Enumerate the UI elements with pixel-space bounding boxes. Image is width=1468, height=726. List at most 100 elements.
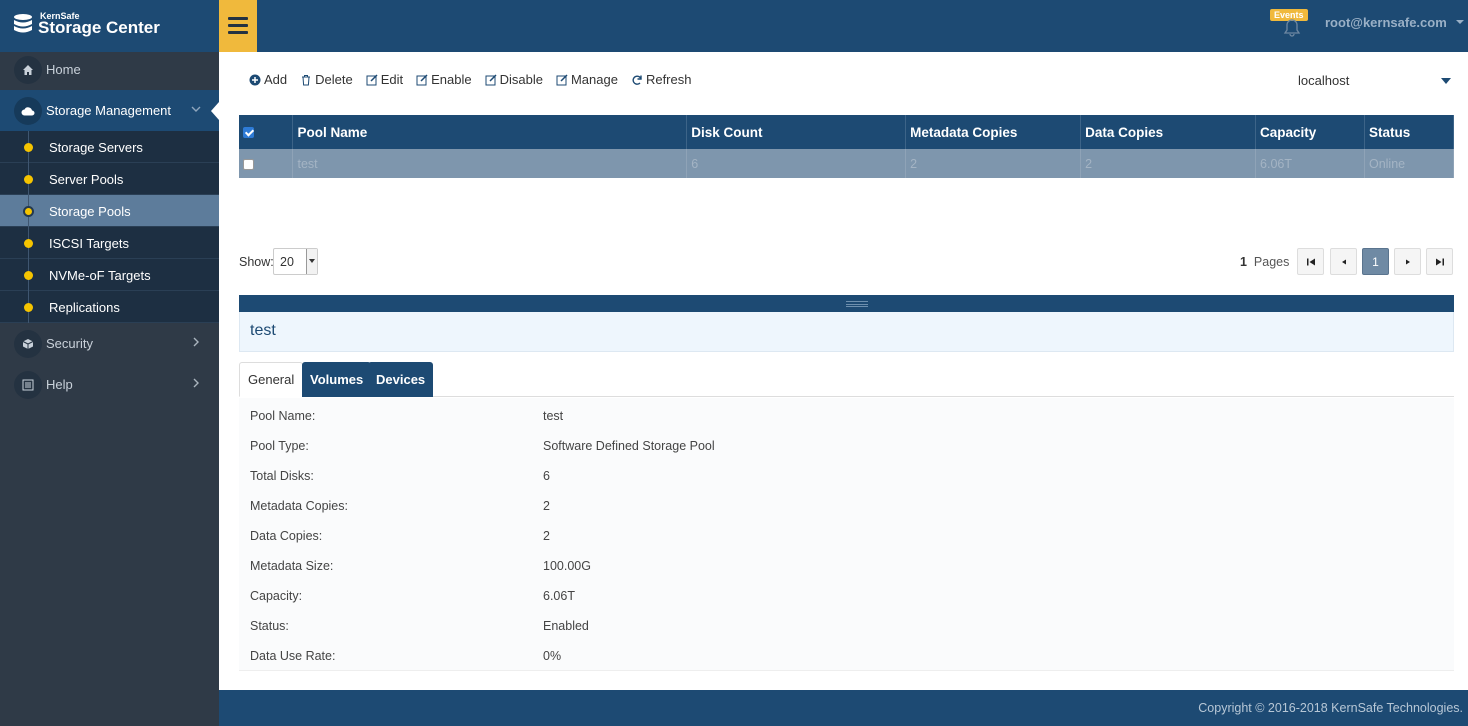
copyright-text: Copyright © 2016-2018 KernSafe Technolog… — [1198, 701, 1463, 715]
tab-devices[interactable]: Devices — [368, 362, 434, 397]
row-select-cell[interactable] — [239, 149, 294, 178]
enable-button[interactable]: Enable — [416, 72, 472, 87]
edit-icon — [556, 73, 568, 85]
drag-handle-icon — [846, 301, 868, 307]
page-size-select[interactable]: 20 — [273, 248, 318, 275]
cell-disk-count: 6 — [686, 149, 907, 178]
hamburger-icon — [228, 17, 248, 20]
property-label: Total Disks: — [250, 469, 314, 483]
next-page-button[interactable] — [1394, 248, 1421, 275]
sidebar-item-nvme-of-targets[interactable]: NVMe-oF Targets — [0, 259, 219, 291]
tab-general[interactable]: General — [239, 362, 304, 397]
menu-toggle-button[interactable] — [219, 0, 257, 52]
sidebar-item-storage-pools[interactable]: Storage Pools — [0, 195, 219, 227]
pools-table: Pool Name Disk Count Metadata Copies Dat… — [239, 115, 1455, 178]
column-header[interactable]: Capacity — [1255, 115, 1365, 149]
add-label: Add — [264, 72, 288, 87]
active-indicator — [211, 102, 219, 120]
manage-button[interactable]: Manage — [556, 72, 618, 87]
tab-volumes[interactable]: Volumes — [302, 362, 372, 397]
sidebar-item-label: Storage Pools — [49, 204, 131, 219]
edit-icon — [485, 73, 497, 85]
property-value: 2 — [543, 499, 550, 513]
first-page-icon — [1306, 258, 1315, 265]
bullet-icon — [24, 143, 33, 152]
bell-icon[interactable] — [1282, 18, 1302, 38]
sidebar-item-label: NVMe-oF Targets — [49, 268, 151, 283]
column-header[interactable]: Metadata Copies — [905, 115, 1082, 149]
last-page-icon — [1435, 258, 1444, 265]
column-header[interactable]: Disk Count — [686, 115, 907, 149]
sidebar-item-storage-servers[interactable]: Storage Servers — [0, 131, 219, 163]
cloud-icon — [14, 97, 42, 125]
column-header[interactable]: Status — [1364, 115, 1455, 149]
sidebar-item-security[interactable]: Security — [0, 323, 219, 364]
sidebar-item-label: Home — [46, 62, 81, 77]
detail-header: test — [239, 312, 1454, 352]
refresh-icon — [632, 74, 642, 85]
sidebar-item-server-pools[interactable]: Server Pools — [0, 163, 219, 195]
panel-splitter[interactable] — [239, 295, 1454, 312]
sidebar-item-iscsi-targets[interactable]: ISCSI Targets — [0, 227, 219, 259]
plus-circle-icon — [249, 74, 261, 85]
caret-down-icon[interactable] — [1456, 20, 1464, 24]
property-label: Metadata Copies: — [250, 499, 348, 513]
edit-icon — [416, 73, 428, 85]
logo[interactable]: KernSafe Storage Center — [0, 0, 219, 52]
sidebar-item-label: Storage Management — [46, 103, 172, 118]
row-checkbox[interactable] — [243, 158, 254, 170]
disable-button[interactable]: Disable — [485, 72, 543, 87]
delete-button[interactable]: Delete — [300, 72, 353, 87]
edit-label: Edit — [380, 72, 404, 87]
property-label: Data Use Rate: — [250, 649, 336, 663]
column-header[interactable]: Pool Name — [292, 115, 688, 149]
bullet-icon — [24, 303, 33, 312]
page-button-current[interactable]: 1 — [1362, 248, 1389, 275]
enable-label: Enable — [431, 72, 472, 87]
property-value: test — [543, 409, 564, 423]
sidebar-item-replications[interactable]: Replications — [0, 291, 219, 323]
general-properties: Pool Name: test Pool Type: Software Defi… — [239, 398, 1454, 671]
storage-management-submenu: Storage Servers Server Pools Storage Poo… — [0, 131, 219, 323]
property-row: Data Use Rate: 0% — [239, 641, 1454, 671]
property-value: 100.00G — [543, 559, 591, 573]
property-row: Pool Name: test — [239, 401, 1454, 431]
sidebar-item-storage-management[interactable]: Storage Management — [0, 90, 219, 131]
property-value: 2 — [543, 529, 550, 543]
add-button[interactable]: Add — [249, 72, 287, 87]
column-header[interactable]: Data Copies — [1080, 115, 1257, 149]
cell-metadata-copies: 2 — [905, 149, 1082, 178]
property-label: Data Copies: — [250, 529, 323, 543]
bullet-icon — [24, 239, 33, 248]
property-label: Metadata Size: — [250, 559, 334, 573]
detail-title: test — [250, 322, 276, 339]
previous-page-button[interactable] — [1330, 248, 1357, 275]
bullet-icon — [24, 271, 33, 280]
app-title: Storage Center — [38, 18, 160, 37]
sidebar: KernSafe Storage Center Home Storage Man… — [0, 0, 219, 726]
property-row: Total Disks: 6 — [239, 461, 1454, 491]
table-row[interactable]: test 6 2 2 6.06T Online — [239, 149, 1455, 178]
host-select[interactable]: localhost — [1297, 72, 1455, 90]
home-icon — [14, 56, 42, 84]
refresh-button[interactable]: Refresh — [631, 72, 691, 87]
user-menu[interactable]: root@kernsafe.com — [1325, 15, 1447, 30]
property-value: 6.06T — [543, 589, 575, 603]
sidebar-item-home[interactable]: Home — [0, 49, 219, 90]
show-label: Show: — [239, 255, 274, 269]
property-label: Pool Type: — [250, 439, 309, 453]
sidebar-item-help[interactable]: Help — [0, 364, 219, 405]
delete-label: Delete — [315, 72, 353, 87]
last-page-button[interactable] — [1426, 248, 1453, 275]
select-all-header[interactable] — [239, 115, 294, 149]
first-page-button[interactable] — [1297, 248, 1324, 275]
toolbar: Add Delete Edit Enable Disable Manage Re… — [249, 72, 704, 87]
property-value: 6 — [543, 469, 550, 483]
property-label: Pool Name: — [250, 409, 316, 423]
edit-button[interactable]: Edit — [366, 72, 403, 87]
cell-pool-name: test — [292, 149, 688, 178]
sidebar-item-label: Server Pools — [49, 172, 124, 187]
select-all-checkbox[interactable] — [243, 127, 254, 139]
sidebar-item-label: Help — [46, 377, 73, 392]
property-row: Status: Enabled — [239, 611, 1454, 641]
